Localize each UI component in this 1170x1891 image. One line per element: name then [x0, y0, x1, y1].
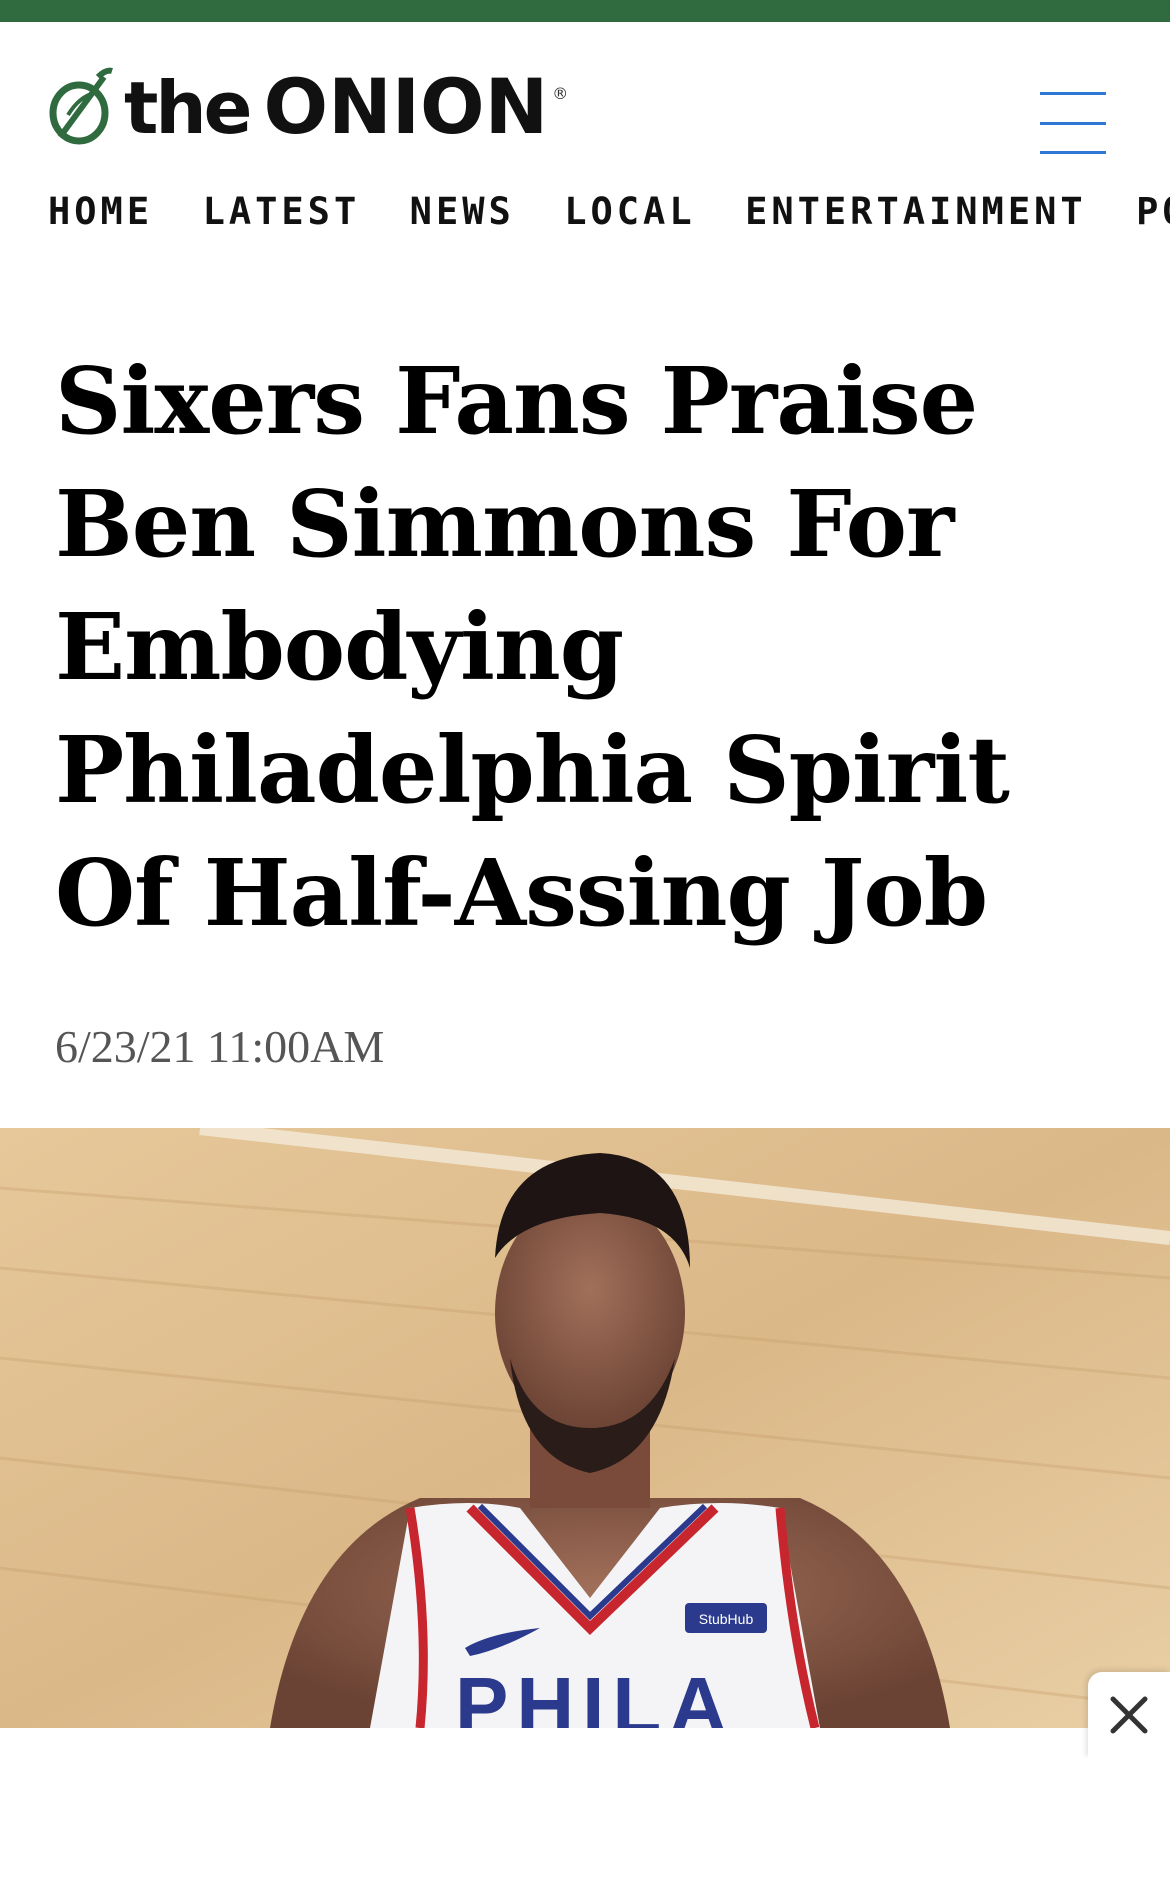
site-name: the ONION ® [124, 69, 568, 145]
site-name-main: ONION [263, 62, 549, 151]
article-hero-image[interactable]: StubHub PHILA [0, 1128, 1170, 1728]
site-header: the ONION ® [0, 22, 1170, 172]
article-timestamp: 6/23/21 11:00AM [55, 1021, 385, 1072]
headline-line: Embodying [55, 593, 624, 701]
menu-line [1040, 151, 1106, 154]
article-headline: Sixers Fans Praise Ben Simmons For Embod… [55, 340, 1055, 955]
site-logo[interactable]: the ONION ® [46, 62, 568, 152]
headline-line: Philadelphia Spirit [55, 716, 1010, 824]
menu-line [1040, 92, 1106, 95]
nav-item-news[interactable]: NEWS [410, 187, 515, 237]
onion-logo-icon [46, 67, 116, 147]
jersey-patch-text: StubHub [699, 1611, 754, 1627]
section-nav: HOME LATEST NEWS LOCAL ENTERTAINMENT POL… [48, 187, 1170, 237]
ad-banner-area [0, 1758, 1170, 1891]
nav-item-entertainment[interactable]: ENTERTAINMENT [745, 187, 1087, 237]
jersey-text: PHILA [455, 1661, 735, 1728]
headline-line: Of Half-Assing Job [55, 839, 988, 947]
registered-mark: ® [552, 84, 569, 103]
menu-line [1040, 121, 1106, 125]
nav-item-home[interactable]: HOME [48, 187, 153, 237]
close-icon [1110, 1696, 1148, 1734]
nav-item-latest[interactable]: LATEST [203, 187, 361, 237]
nav-item-politics[interactable]: POLITICS [1136, 187, 1170, 237]
nav-item-local[interactable]: LOCAL [564, 187, 695, 237]
site-name-prefix: the [124, 66, 253, 150]
ad-close-button[interactable] [1088, 1672, 1170, 1758]
headline-line: Sixers Fans Praise [55, 347, 978, 455]
top-accent-bar [0, 0, 1170, 22]
headline-line: Ben Simmons For [55, 470, 955, 578]
hamburger-menu-icon[interactable] [1040, 92, 1106, 154]
article-page: the ONION ® HOME LATEST NEWS LOCAL ENTERTA… [0, 0, 1170, 1891]
